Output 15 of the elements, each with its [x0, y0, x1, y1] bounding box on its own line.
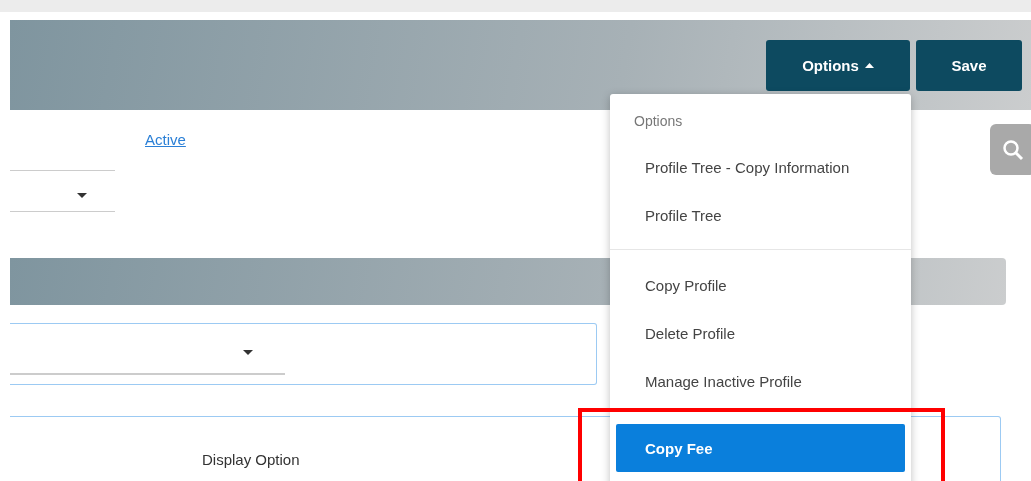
dropdown-arrow-icon[interactable]	[77, 193, 87, 198]
dropdown-arrow-icon[interactable]	[243, 350, 253, 355]
search-icon	[1001, 138, 1024, 161]
menu-item[interactable]: Delete Profile	[610, 309, 911, 357]
status-link[interactable]: Active	[145, 131, 186, 148]
display-option-label: Display Option	[202, 451, 300, 468]
menu-heading: Options	[633, 112, 684, 131]
menu-item[interactable]: Profile Tree - Copy Information	[610, 143, 911, 191]
menu-item[interactable]: Manage Inactive Profile	[610, 357, 911, 405]
caret-icon	[864, 63, 874, 68]
save-button[interactable]: Save	[916, 40, 1022, 91]
menu-item[interactable]: Copy Fee	[616, 424, 905, 472]
menu-item[interactable]: Copy Profile	[610, 261, 911, 309]
menu-item[interactable]: Profile Tree	[610, 191, 911, 239]
options-button[interactable]: Options	[766, 40, 910, 91]
